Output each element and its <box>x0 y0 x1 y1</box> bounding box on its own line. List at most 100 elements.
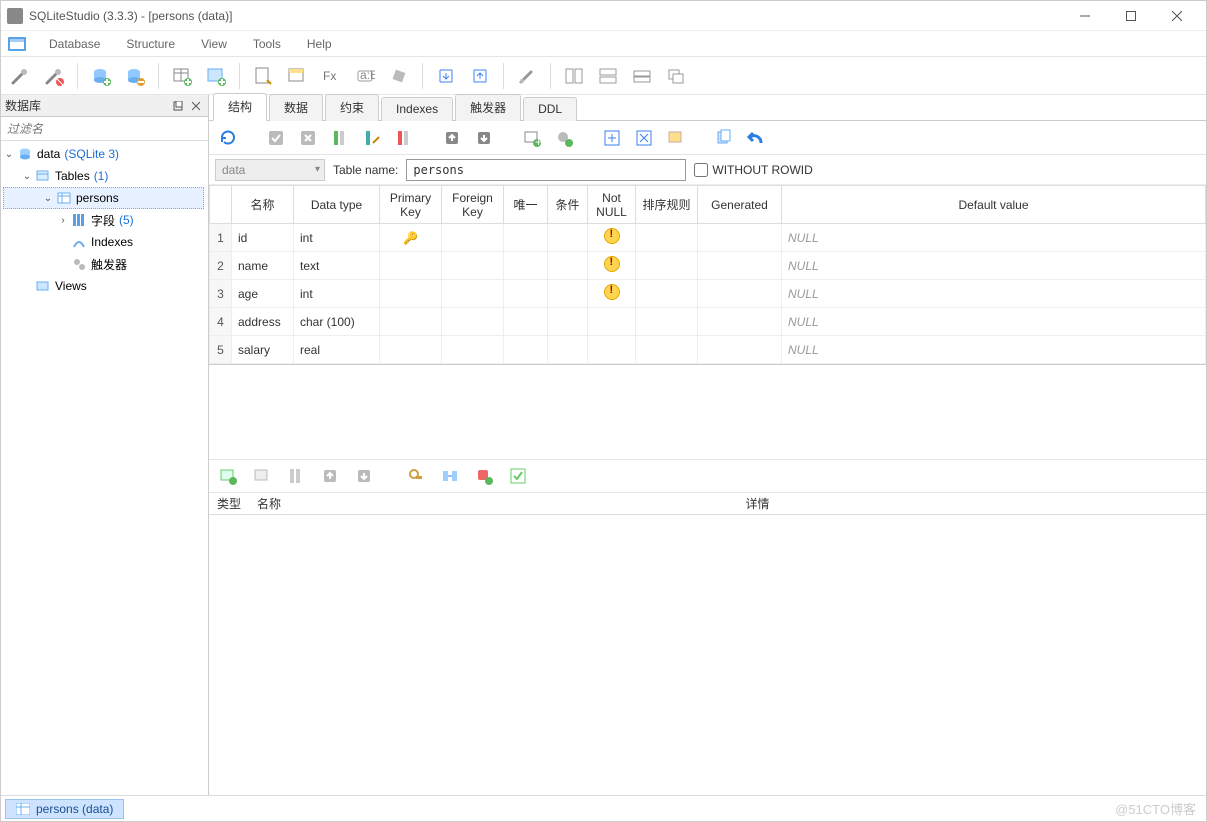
export-button[interactable] <box>465 61 495 91</box>
import-data-button[interactable] <box>599 125 625 151</box>
tree-tables-node[interactable]: ⌄ Tables (1) <box>1 165 208 187</box>
tile-vertical-button[interactable] <box>593 61 623 91</box>
cell-unique[interactable] <box>504 224 548 252</box>
functions-button[interactable]: Fx <box>316 61 346 91</box>
add-table-constraint-button[interactable]: + <box>519 125 545 151</box>
tab-data[interactable]: 数据 <box>269 94 323 121</box>
move-down-button[interactable] <box>471 125 497 151</box>
undo-button[interactable] <box>743 125 769 151</box>
cell-default[interactable]: NULL <box>782 280 1206 308</box>
tab-structure[interactable]: 结构 <box>213 93 267 121</box>
cell-pk[interactable] <box>380 308 442 336</box>
cell-fk[interactable] <box>442 224 504 252</box>
cell-generated[interactable] <box>698 336 782 364</box>
fk-constraint-button[interactable] <box>437 463 463 489</box>
cell-fk[interactable] <box>442 280 504 308</box>
delete-constraint-button[interactable] <box>283 463 309 489</box>
check-constraint-button[interactable] <box>505 463 531 489</box>
close-panel-button[interactable] <box>188 98 204 114</box>
move-up-button[interactable] <box>439 125 465 151</box>
toggle-icon[interactable]: ⌄ <box>1 149 17 160</box>
tab-indexes[interactable]: Indexes <box>381 97 453 121</box>
db-tree[interactable]: ⌄ data (SQLite 3) ⌄ Tables (1) ⌄ person <box>1 141 208 795</box>
table-row[interactable]: 2nametextNULL <box>210 252 1206 280</box>
toggle-icon[interactable]: ⌄ <box>40 193 56 204</box>
db-selector[interactable]: data <box>215 159 325 181</box>
tree-db-node[interactable]: ⌄ data (SQLite 3) <box>1 143 208 165</box>
cell-collate[interactable] <box>636 224 698 252</box>
tree-columns-node[interactable]: › 字段 (5) <box>1 209 208 231</box>
cell-check[interactable] <box>548 280 588 308</box>
cell-type[interactable]: int <box>294 224 380 252</box>
menu-tools[interactable]: Tools <box>241 33 293 55</box>
cell-notnull[interactable] <box>588 308 636 336</box>
table-name-input[interactable] <box>406 159 686 181</box>
disconnect-db-button[interactable] <box>39 61 69 91</box>
col-default-header[interactable]: Default value <box>782 186 1206 224</box>
menu-view[interactable]: View <box>189 33 239 55</box>
col-pk-header[interactable]: Primary Key <box>380 186 442 224</box>
maximize-button[interactable] <box>1108 2 1154 30</box>
cell-notnull[interactable] <box>588 336 636 364</box>
cell-fk[interactable] <box>442 252 504 280</box>
status-window-tab[interactable]: persons (data) <box>5 799 124 819</box>
refresh-button[interactable] <box>215 125 241 151</box>
edit-constraint-button[interactable] <box>249 463 275 489</box>
populate-button[interactable] <box>663 125 689 151</box>
cell-check[interactable] <box>548 252 588 280</box>
minimize-button[interactable] <box>1062 2 1108 30</box>
tree-views-node[interactable]: Views <box>1 275 208 297</box>
cell-name[interactable]: name <box>232 252 294 280</box>
remove-db-button[interactable] <box>120 61 150 91</box>
cell-check[interactable] <box>548 224 588 252</box>
cell-pk[interactable] <box>380 280 442 308</box>
without-rowid-input[interactable] <box>694 163 708 177</box>
app-menu-icon[interactable] <box>7 35 27 53</box>
tab-constraints[interactable]: 约束 <box>325 94 379 121</box>
columns-grid[interactable]: 名称 Data type Primary Key Foreign Key 唯一 … <box>209 185 1206 365</box>
cell-default[interactable]: NULL <box>782 308 1206 336</box>
table-row[interactable]: 4addresschar (100)NULL <box>210 308 1206 336</box>
cell-unique[interactable] <box>504 308 548 336</box>
history-button[interactable] <box>282 61 312 91</box>
cell-unique[interactable] <box>504 336 548 364</box>
cell-unique[interactable] <box>504 252 548 280</box>
cascade-button[interactable] <box>627 61 657 91</box>
add-db-button[interactable] <box>86 61 116 91</box>
menu-database[interactable]: Database <box>37 33 112 55</box>
new-table-button[interactable] <box>167 61 197 91</box>
restore-windows-button[interactable] <box>661 61 691 91</box>
tab-ddl[interactable]: DDL <box>523 97 577 121</box>
connect-db-button[interactable] <box>5 61 35 91</box>
commit-button[interactable] <box>263 125 289 151</box>
tree-indexes-node[interactable]: Indexes <box>1 231 208 253</box>
cell-pk[interactable] <box>380 252 442 280</box>
export-data-button[interactable] <box>631 125 657 151</box>
cell-check[interactable] <box>548 336 588 364</box>
copy-button[interactable] <box>711 125 737 151</box>
sql-editor-button[interactable] <box>248 61 278 91</box>
cell-type[interactable]: text <box>294 252 380 280</box>
col-notnull-header[interactable]: Not NULL <box>588 186 636 224</box>
cell-notnull[interactable] <box>588 252 636 280</box>
add-column-button[interactable] <box>327 125 353 151</box>
new-view-button[interactable] <box>201 61 231 91</box>
tree-triggers-node[interactable]: 触发器 <box>1 253 208 275</box>
cell-default[interactable]: NULL <box>782 224 1206 252</box>
undock-panel-button[interactable] <box>170 98 186 114</box>
col-unique-header[interactable]: 唯一 <box>504 186 548 224</box>
col-collate-header[interactable]: 排序规则 <box>636 186 698 224</box>
cell-check[interactable] <box>548 308 588 336</box>
cell-pk[interactable]: 🔑 <box>380 224 442 252</box>
extensions-button[interactable] <box>384 61 414 91</box>
cell-collate[interactable] <box>636 252 698 280</box>
tile-horizontal-button[interactable] <box>559 61 589 91</box>
cell-default[interactable]: NULL <box>782 336 1206 364</box>
constraint-down-button[interactable] <box>351 463 377 489</box>
sql-format-button[interactable]: a:E <box>350 61 380 91</box>
add-constraint-button[interactable] <box>215 463 241 489</box>
table-row[interactable]: 5salaryrealNULL <box>210 336 1206 364</box>
col-fk-header[interactable]: Foreign Key <box>442 186 504 224</box>
cell-name[interactable]: age <box>232 280 294 308</box>
col-generated-header[interactable]: Generated <box>698 186 782 224</box>
